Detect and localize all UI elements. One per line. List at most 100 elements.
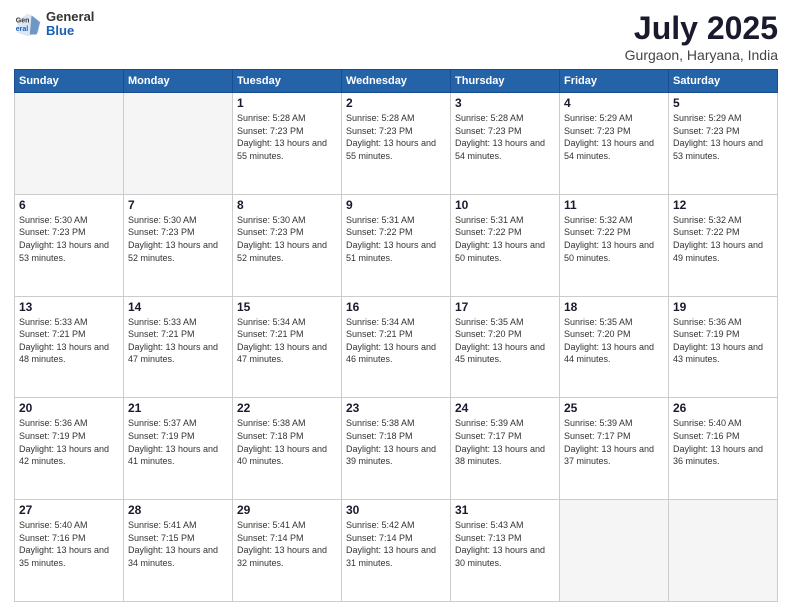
page: Gen eral General Blue July 2025 Gurgaon,… <box>0 0 792 612</box>
calendar-week-3: 20 Sunrise: 5:36 AM Sunset: 7:19 PM Dayli… <box>15 398 778 500</box>
subtitle: Gurgaon, Haryana, India <box>625 47 778 63</box>
header-row: Sunday Monday Tuesday Wednesday Thursday… <box>15 70 778 93</box>
day-info: Sunrise: 5:38 AM Sunset: 7:18 PM Dayligh… <box>346 417 446 467</box>
col-saturday: Saturday <box>669 70 778 93</box>
day-number: 16 <box>346 300 446 314</box>
calendar-week-2: 13 Sunrise: 5:33 AM Sunset: 7:21 PM Dayli… <box>15 296 778 398</box>
day-info: Sunrise: 5:43 AM Sunset: 7:13 PM Dayligh… <box>455 519 555 569</box>
day-number: 31 <box>455 503 555 517</box>
calendar-cell <box>560 500 669 602</box>
day-number: 18 <box>564 300 664 314</box>
calendar-cell: 10Sunrise: 5:31 AM Sunset: 7:22 PM Dayli… <box>451 194 560 296</box>
calendar-cell: 27Sunrise: 5:40 AM Sunset: 7:16 PM Dayli… <box>15 500 124 602</box>
col-friday: Friday <box>560 70 669 93</box>
day-info: Sunrise: 5:37 AM Sunset: 7:19 PM Dayligh… <box>128 417 228 467</box>
day-info: Sunrise: 5:41 AM Sunset: 7:15 PM Dayligh… <box>128 519 228 569</box>
calendar-week-0: 1 Sunrise: 5:28 AM Sunset: 7:23 PM Daylig… <box>15 93 778 195</box>
calendar-week-4: 27Sunrise: 5:40 AM Sunset: 7:16 PM Dayli… <box>15 500 778 602</box>
calendar-cell: 30Sunrise: 5:42 AM Sunset: 7:14 PM Dayli… <box>342 500 451 602</box>
day-info: Sunrise: 5:29 AM Sunset: 7:23 PM Dayligh… <box>564 112 664 162</box>
top-section: Gen eral General Blue July 2025 Gurgaon,… <box>14 10 778 63</box>
calendar-cell <box>15 93 124 195</box>
day-number: 13 <box>19 300 119 314</box>
logo-blue-text: Blue <box>46 24 94 38</box>
svg-text:Gen: Gen <box>16 18 30 25</box>
calendar-cell: 22Sunrise: 5:38 AM Sunset: 7:18 PM Dayli… <box>233 398 342 500</box>
calendar-cell <box>669 500 778 602</box>
calendar-cell: 17 Sunrise: 5:35 AM Sunset: 7:20 PM Dayli… <box>451 296 560 398</box>
day-number: 24 <box>455 401 555 415</box>
day-number: 9 <box>346 198 446 212</box>
calendar-cell: 5Sunrise: 5:29 AM Sunset: 7:23 PM Daylig… <box>669 93 778 195</box>
calendar-cell: 15Sunrise: 5:34 AM Sunset: 7:21 PM Dayli… <box>233 296 342 398</box>
calendar-cell: 2Sunrise: 5:28 AM Sunset: 7:23 PM Daylig… <box>342 93 451 195</box>
day-info: Sunrise: 5:39 AM Sunset: 7:17 PM Dayligh… <box>455 417 555 467</box>
day-number: 17 <box>455 300 555 314</box>
day-info: Sunrise: 5:30 AM Sunset: 7:23 PM Dayligh… <box>128 214 228 264</box>
day-number: 11 <box>564 198 664 212</box>
logo-text: General Blue <box>46 10 94 39</box>
calendar-cell: 26Sunrise: 5:40 AM Sunset: 7:16 PM Dayli… <box>669 398 778 500</box>
day-info: Sunrise: 5:32 AM Sunset: 7:22 PM Dayligh… <box>564 214 664 264</box>
day-number: 29 <box>237 503 337 517</box>
day-number: 8 <box>237 198 337 212</box>
calendar-cell: 13 Sunrise: 5:33 AM Sunset: 7:21 PM Dayli… <box>15 296 124 398</box>
day-info: Sunrise: 5:28 AM Sunset: 7:23 PM Dayligh… <box>455 112 555 162</box>
calendar-cell: 4Sunrise: 5:29 AM Sunset: 7:23 PM Daylig… <box>560 93 669 195</box>
calendar-cell: 1Sunrise: 5:28 AM Sunset: 7:23 PM Daylig… <box>233 93 342 195</box>
calendar-cell: 6Sunrise: 5:30 AM Sunset: 7:23 PM Daylig… <box>15 194 124 296</box>
logo: Gen eral General Blue <box>14 10 94 39</box>
calendar-cell: 29Sunrise: 5:41 AM Sunset: 7:14 PM Dayli… <box>233 500 342 602</box>
calendar-cell <box>124 93 233 195</box>
day-info: Sunrise: 5:33 AM Sunset: 7:21 PM Dayligh… <box>19 316 119 366</box>
calendar-cell: 14 Sunrise: 5:33 AM Sunset: 7:21 PM Dayli… <box>124 296 233 398</box>
calendar-table: Sunday Monday Tuesday Wednesday Thursday… <box>14 69 778 602</box>
day-number: 5 <box>673 96 773 110</box>
day-info: Sunrise: 5:42 AM Sunset: 7:14 PM Dayligh… <box>346 519 446 569</box>
col-wednesday: Wednesday <box>342 70 451 93</box>
day-number: 28 <box>128 503 228 517</box>
day-info: Sunrise: 5:34 AM Sunset: 7:21 PM Dayligh… <box>346 316 446 366</box>
day-number: 20 <box>19 401 119 415</box>
day-info: Sunrise: 5:35 AM Sunset: 7:20 PM Dayligh… <box>455 316 555 366</box>
day-info: Sunrise: 5:34 AM Sunset: 7:21 PM Dayligh… <box>237 316 337 366</box>
col-tuesday: Tuesday <box>233 70 342 93</box>
day-info: Sunrise: 5:40 AM Sunset: 7:16 PM Dayligh… <box>19 519 119 569</box>
calendar-cell: 8 Sunrise: 5:30 AM Sunset: 7:23 PM Daylig… <box>233 194 342 296</box>
col-thursday: Thursday <box>451 70 560 93</box>
calendar-cell: 23 Sunrise: 5:38 AM Sunset: 7:18 PM Dayli… <box>342 398 451 500</box>
day-info: Sunrise: 5:31 AM Sunset: 7:22 PM Dayligh… <box>346 214 446 264</box>
day-number: 21 <box>128 401 228 415</box>
day-number: 7 <box>128 198 228 212</box>
calendar-cell: 19Sunrise: 5:36 AM Sunset: 7:19 PM Dayli… <box>669 296 778 398</box>
day-info: Sunrise: 5:40 AM Sunset: 7:16 PM Dayligh… <box>673 417 773 467</box>
calendar-cell: 21 Sunrise: 5:37 AM Sunset: 7:19 PM Dayli… <box>124 398 233 500</box>
calendar-cell: 28 Sunrise: 5:41 AM Sunset: 7:15 PM Dayli… <box>124 500 233 602</box>
calendar-cell: 24 Sunrise: 5:39 AM Sunset: 7:17 PM Dayli… <box>451 398 560 500</box>
calendar-cell: 12 Sunrise: 5:32 AM Sunset: 7:22 PM Dayli… <box>669 194 778 296</box>
calendar-cell: 16 Sunrise: 5:34 AM Sunset: 7:21 PM Dayli… <box>342 296 451 398</box>
day-number: 14 <box>128 300 228 314</box>
day-info: Sunrise: 5:38 AM Sunset: 7:18 PM Dayligh… <box>237 417 337 467</box>
calendar-cell: 9 Sunrise: 5:31 AM Sunset: 7:22 PM Daylig… <box>342 194 451 296</box>
day-number: 1 <box>237 96 337 110</box>
day-info: Sunrise: 5:30 AM Sunset: 7:23 PM Dayligh… <box>237 214 337 264</box>
calendar-cell: 7 Sunrise: 5:30 AM Sunset: 7:23 PM Daylig… <box>124 194 233 296</box>
calendar-cell: 3 Sunrise: 5:28 AM Sunset: 7:23 PM Daylig… <box>451 93 560 195</box>
day-info: Sunrise: 5:31 AM Sunset: 7:22 PM Dayligh… <box>455 214 555 264</box>
day-info: Sunrise: 5:36 AM Sunset: 7:19 PM Dayligh… <box>19 417 119 467</box>
svg-text:eral: eral <box>16 26 29 33</box>
main-title: July 2025 <box>625 10 778 47</box>
day-info: Sunrise: 5:35 AM Sunset: 7:20 PM Dayligh… <box>564 316 664 366</box>
day-info: Sunrise: 5:30 AM Sunset: 7:23 PM Dayligh… <box>19 214 119 264</box>
day-number: 19 <box>673 300 773 314</box>
day-number: 3 <box>455 96 555 110</box>
day-number: 12 <box>673 198 773 212</box>
day-info: Sunrise: 5:33 AM Sunset: 7:21 PM Dayligh… <box>128 316 228 366</box>
calendar-cell: 20 Sunrise: 5:36 AM Sunset: 7:19 PM Dayli… <box>15 398 124 500</box>
day-info: Sunrise: 5:32 AM Sunset: 7:22 PM Dayligh… <box>673 214 773 264</box>
day-number: 25 <box>564 401 664 415</box>
day-number: 23 <box>346 401 446 415</box>
day-info: Sunrise: 5:39 AM Sunset: 7:17 PM Dayligh… <box>564 417 664 467</box>
calendar-week-1: 6Sunrise: 5:30 AM Sunset: 7:23 PM Daylig… <box>15 194 778 296</box>
